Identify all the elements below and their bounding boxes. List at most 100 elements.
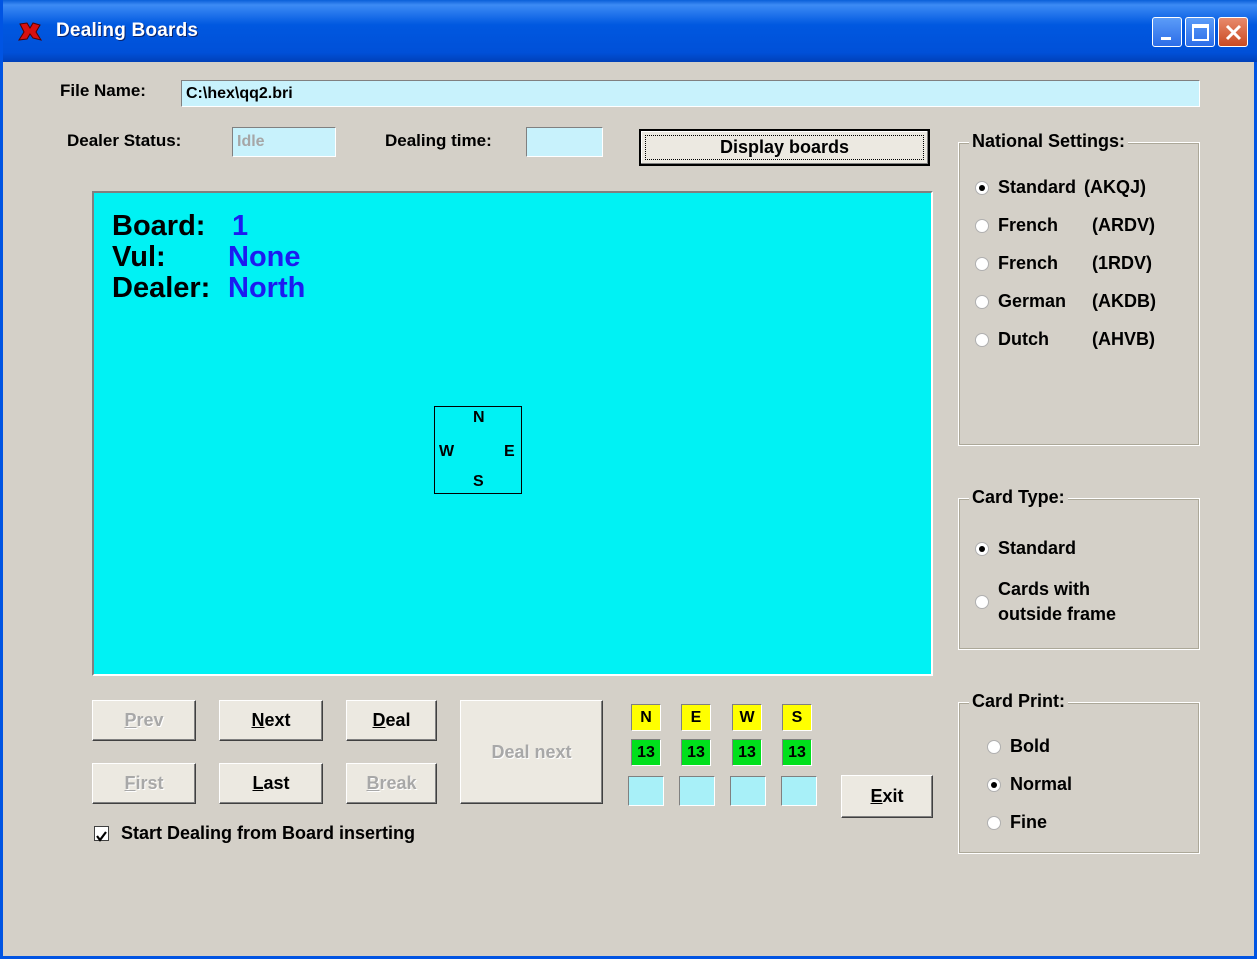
radio-icon[interactable] [975, 256, 989, 271]
radio-icon[interactable] [975, 332, 989, 347]
national-option-3[interactable]: German (AKDB) [975, 291, 1156, 312]
first-button[interactable]: First [92, 763, 196, 804]
close-icon [1225, 24, 1242, 41]
national-option-name: Dutch [998, 329, 1049, 349]
seat-n: N [631, 704, 661, 731]
last-button[interactable]: Last [219, 763, 323, 804]
dealing-time-field[interactable] [526, 127, 603, 157]
count-w: 13 [732, 739, 762, 766]
last-label: Last [252, 773, 290, 793]
exit-button[interactable]: Exit [841, 775, 933, 818]
card-type-standard[interactable]: Standard [975, 538, 1076, 559]
national-option-name: French [998, 215, 1059, 235]
national-option-code: (AHVB) [1092, 329, 1155, 349]
window-title: Dealing Boards [56, 20, 199, 41]
next-button[interactable]: Next [219, 700, 323, 741]
card-print-bold[interactable]: Bold [987, 736, 1050, 757]
card-type-framed-text: Cards with outside frame [998, 577, 1116, 627]
national-settings-group: National Settings: Standard (AKQJ) Frenc… [958, 131, 1200, 446]
seat-w: W [732, 704, 762, 731]
file-name-label: File Name: [60, 81, 146, 100]
card-type-title: Card Type: [969, 487, 1068, 508]
card-print-normal-label: Normal [1010, 774, 1073, 794]
dealing-boards-window: Dealing Boards File Name: C:\hex\qq2.bri… [0, 0, 1257, 959]
national-option-name: Standard [998, 177, 1077, 197]
national-option-0[interactable]: Standard (AKQJ) [975, 177, 1146, 198]
exit-label: Exit [870, 786, 904, 806]
radio-icon[interactable] [975, 595, 989, 609]
break-label: Break [366, 773, 417, 793]
radio-icon[interactable] [975, 218, 989, 233]
card-type-framed[interactable]: Cards with outside frame [975, 577, 1116, 627]
file-name-field[interactable]: C:\hex\qq2.bri [181, 80, 1200, 107]
close-button[interactable] [1218, 17, 1248, 47]
national-option-4[interactable]: Dutch (AHVB) [975, 329, 1155, 350]
radio-icon[interactable] [987, 739, 1001, 754]
card-print-bold-label: Bold [1010, 736, 1050, 756]
deal-next-label: Deal next [491, 741, 572, 762]
vul-value: None [228, 241, 301, 273]
card-type-group: Card Type: Standard Cards with outside f… [958, 487, 1200, 650]
minimize-icon [1161, 37, 1171, 40]
radio-icon[interactable] [975, 294, 989, 309]
maximize-icon [1192, 24, 1209, 41]
board-label: Board: [112, 210, 206, 242]
dealer-status-field: Idle [232, 127, 336, 157]
start-dealing-label: Start Dealing from Board inserting [121, 823, 416, 843]
dealer-label: Dealer: [112, 272, 211, 304]
radio-icon[interactable] [987, 777, 1001, 792]
deal-next-button[interactable]: Deal next [460, 700, 603, 804]
card-print-title: Card Print: [969, 691, 1069, 712]
dealer-status-label: Dealer Status: [67, 131, 182, 150]
maximize-button[interactable] [1185, 17, 1215, 47]
slot-e [679, 776, 715, 806]
compass-south: S [473, 473, 484, 490]
board-number: 1 [232, 210, 249, 242]
national-option-name: German [998, 291, 1067, 311]
seat-e: E [681, 704, 711, 731]
national-option-code: (AKQJ) [1084, 177, 1146, 197]
national-option-code: (1RDV) [1092, 253, 1153, 273]
display-boards-button[interactable]: Display boards [639, 129, 930, 166]
start-dealing-checkbox[interactable] [94, 826, 109, 842]
deal-button[interactable]: Deal [346, 700, 437, 741]
board-display: Board: 1 Vul: None Dealer: North N E S W [92, 191, 933, 676]
card-type-standard-label: Standard [998, 538, 1077, 558]
dealer-value: North [228, 272, 306, 304]
compass-east: E [504, 443, 515, 460]
seat-s: S [782, 704, 812, 731]
count-e: 13 [681, 739, 711, 766]
card-print-fine-label: Fine [1010, 812, 1048, 832]
national-option-code: (AKDB) [1092, 291, 1156, 311]
dealing-time-label: Dealing time: [385, 131, 492, 150]
national-option-code: (ARDV) [1092, 215, 1155, 235]
compass-west: W [439, 443, 455, 460]
radio-icon[interactable] [987, 815, 1001, 830]
radio-icon[interactable] [975, 180, 989, 195]
compass-north: N [473, 409, 485, 426]
prev-button[interactable]: Prev [92, 700, 196, 741]
national-option-2[interactable]: French (1RDV) [975, 253, 1152, 274]
national-option-name: French [998, 253, 1059, 273]
slot-w [730, 776, 766, 806]
minimize-button[interactable] [1152, 17, 1182, 47]
card-print-fine[interactable]: Fine [987, 812, 1047, 833]
start-dealing-checkbox-row[interactable]: Start Dealing from Board inserting [94, 823, 415, 844]
vul-label: Vul: [112, 241, 166, 273]
card-print-normal[interactable]: Normal [987, 774, 1072, 795]
card-print-group: Card Print: Bold Normal Fine [958, 691, 1200, 854]
title-bar[interactable]: Dealing Boards [3, 0, 1257, 62]
national-settings-title: National Settings: [969, 131, 1129, 152]
break-button[interactable]: Break [346, 763, 437, 804]
radio-icon[interactable] [975, 541, 989, 556]
slot-n [628, 776, 664, 806]
count-s: 13 [782, 739, 812, 766]
app-icon [18, 22, 43, 41]
national-option-1[interactable]: French (ARDV) [975, 215, 1155, 236]
count-n: 13 [631, 739, 661, 766]
first-label: First [124, 773, 164, 793]
card-type-framed-line2: outside frame [998, 604, 1117, 624]
deal-label: Deal [372, 710, 411, 730]
checkmark-icon [96, 831, 107, 842]
compass: N E S W [434, 406, 522, 494]
